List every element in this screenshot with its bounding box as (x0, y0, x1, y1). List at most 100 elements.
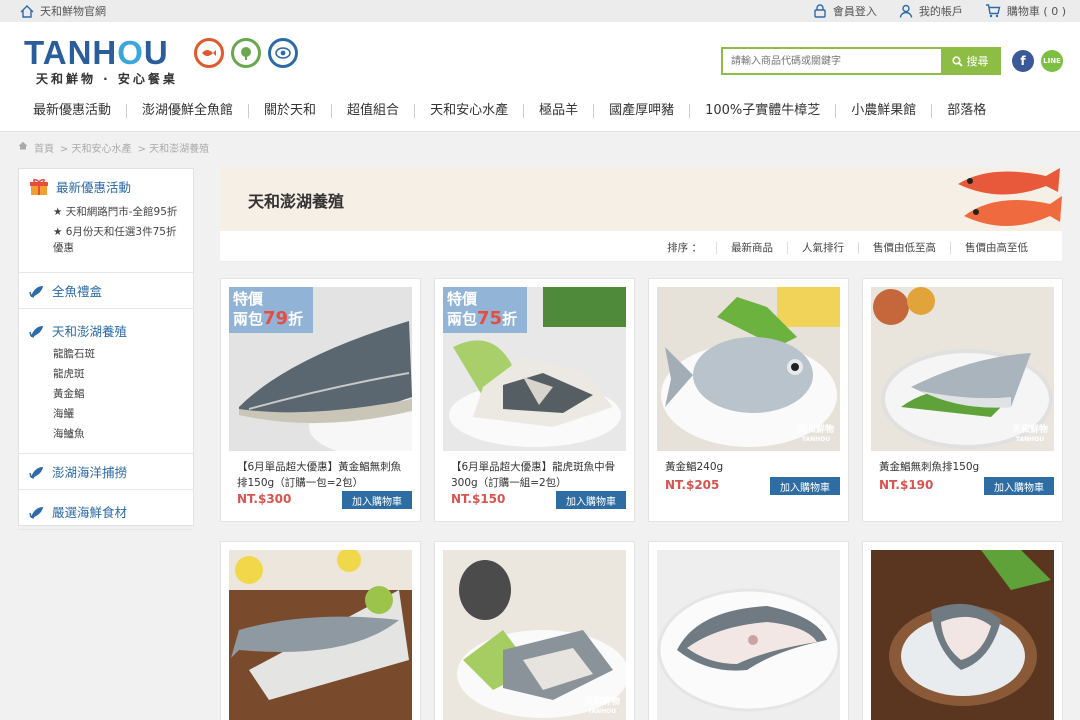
tag-discount-number: 79 (263, 308, 289, 329)
breadcrumb-home[interactable]: 首頁 (34, 140, 54, 155)
sidebar-item-tiger-grouper[interactable]: 龍虎斑 (19, 364, 193, 384)
sidebar-item-cobia[interactable]: 海鱺 (19, 404, 193, 424)
product-name[interactable]: 黃金鯧240g (665, 459, 837, 475)
sidebar-section-penghu-farm: 天和澎湖養殖 龍膽石斑 龍虎斑 黃金鯧 海鱺 海鱸魚 (19, 309, 193, 453)
nav-item-fruit[interactable]: 小農鮮果館 (836, 102, 931, 120)
line-icon[interactable]: LINE (1041, 50, 1063, 72)
product-price: NT.$150 (451, 492, 506, 506)
sidebar-section-ocean-catch: 澎湖海洋捕撈 (19, 453, 193, 490)
member-login-link[interactable]: 會員登入 (813, 3, 877, 19)
sidebar-promo-item[interactable]: ★ 6月份天和任選3件75折優惠 (19, 222, 193, 272)
sidebar-item-pompano[interactable]: 黃金鯧 (19, 384, 193, 404)
sort-label: 排序 ： (667, 242, 702, 254)
brand-logo-wordmark: TANHOU (24, 34, 169, 71)
sort-price-asc[interactable]: 售價由低至高 (859, 240, 950, 255)
brand-logo[interactable]: TANHOU 天和鮮物 · 安心餐桌 (24, 36, 178, 87)
product-card[interactable]: 天和鮮物 TANHOU (434, 541, 635, 720)
site-header: TANHOU 天和鮮物 · 安心餐桌 搜尋 f LINE 最新優惠活動 澎湖優鮮… (0, 22, 1080, 132)
sidebar-heading-gift-box[interactable]: 全魚禮盒 (19, 273, 193, 308)
nav-item-penghu-fish[interactable]: 澎湖優鮮全魚館 (127, 102, 248, 120)
product-price: NT.$190 (879, 478, 934, 492)
product-card[interactable] (648, 541, 849, 720)
sidebar-heading-promo[interactable]: 最新優惠活動 (19, 169, 193, 200)
sidebar-heading-promo-label: 最新優惠活動 (56, 180, 132, 195)
product-card[interactable] (220, 541, 421, 720)
nav-item-blog[interactable]: 部落格 (932, 102, 1001, 120)
facebook-icon[interactable]: f (1012, 50, 1034, 72)
nav-item-combos[interactable]: 超值組合 (332, 102, 414, 120)
product-card[interactable] (862, 541, 1063, 720)
member-login-label: 會員登入 (832, 5, 877, 18)
cart-label: 購物車 ( 0 ) (1006, 5, 1066, 18)
watermark: 天和鮮物 TANHOU (584, 697, 620, 717)
nav-item-antrodia[interactable]: 100%子實體牛樟芝 (690, 102, 835, 120)
product-image[interactable]: 特價 兩包75折 (443, 287, 626, 451)
search-button[interactable]: 搜尋 (941, 49, 999, 73)
nav-item-about[interactable]: 關於天和 (249, 102, 331, 120)
main-nav: 最新優惠活動 澎湖優鮮全魚館 關於天和 超值組合 天和安心水產 極品羊 國產厚呷… (18, 102, 1001, 120)
watermark-cn: 天和鮮物 (797, 425, 834, 435)
category-title: 天和澎湖養殖 (248, 192, 345, 211)
cart-link[interactable]: 購物車 ( 0 ) (985, 3, 1066, 19)
nav-item-lamb[interactable]: 極品羊 (524, 102, 593, 120)
product-name[interactable]: 【6月單品超大優惠】龍虎斑魚中骨300g（訂購一組=2包） (451, 459, 623, 491)
product-image[interactable]: 天和鮮物 TANHOU (871, 287, 1054, 451)
tag-discount-suffix: 折 (288, 310, 304, 328)
sidebar-heading-ocean-catch[interactable]: 澎湖海洋捕撈 (19, 454, 193, 489)
add-to-cart-button[interactable]: 加入購物車 (984, 477, 1054, 495)
my-account-link[interactable]: 我的帳戶 (899, 3, 963, 19)
sidebar-promo-item[interactable]: ★ 天和網路門市-全館95折 (19, 200, 193, 222)
gift-icon (30, 178, 48, 195)
sidebar-section-promo: 最新優惠活動 ★ 天和網路門市-全館95折 ★ 6月份天和任選3件75折優惠 (19, 169, 193, 273)
watermark-en: TANHOU (587, 708, 617, 715)
product-card[interactable]: 特價 兩包75折 【6月單品超大優惠】龍虎斑魚中骨300g（訂購一組=2包） N… (434, 278, 635, 522)
product-price: NT.$205 (665, 478, 720, 492)
add-to-cart-button[interactable]: 加入購物車 (556, 491, 626, 509)
watermark-en: TANHOU (1015, 436, 1045, 443)
nav-item-seafood[interactable]: 天和安心水產 (415, 102, 523, 120)
inspection-badge-icon (268, 38, 298, 68)
fish-icon (29, 285, 43, 298)
sidebar-section-selected-seafood: 嚴選海鮮食材 (19, 490, 193, 530)
product-card[interactable]: 特價 兩包79折 【6月單品超大優惠】黃金鯧無刺魚排150g（訂購一包=2包） … (220, 278, 421, 522)
product-image[interactable] (871, 550, 1054, 720)
red-fish-image (958, 168, 1062, 226)
add-to-cart-button[interactable]: 加入購物車 (342, 491, 412, 509)
breadcrumb-current: > 天和澎湖養殖 (137, 144, 210, 155)
product-image[interactable] (657, 550, 840, 720)
sidebar-heading-penghu-farm[interactable]: 天和澎湖養殖 (19, 309, 193, 344)
nav-item-promotions[interactable]: 最新優惠活動 (18, 102, 126, 120)
site-home-link[interactable]: 天和鮮物官網 (20, 3, 106, 19)
sort-popular[interactable]: 人氣排行 (788, 240, 858, 255)
sort-price-desc[interactable]: 售價由高至低 (951, 240, 1042, 255)
product-name[interactable]: 【6月單品超大優惠】黃金鯧無刺魚排150g（訂購一包=2包） (237, 459, 409, 491)
product-image[interactable]: 特價 兩包79折 (229, 287, 412, 451)
product-image[interactable]: 天和鮮物 TANHOU (657, 287, 840, 451)
tag-pack-label: 兩包 (233, 310, 264, 328)
category-banner: 天和澎湖養殖 (220, 168, 1062, 231)
product-name[interactable]: 黃金鯧無刺魚排150g (879, 459, 1051, 475)
add-to-cart-button[interactable]: 加入購物車 (770, 477, 840, 495)
product-card[interactable]: 天和鮮物 TANHOU 黃金鯧240g NT.$205 加入購物車 (648, 278, 849, 522)
product-card[interactable]: 天和鮮物 TANHOU 黃金鯧無刺魚排150g NT.$190 加入購物車 (862, 278, 1063, 522)
product-image[interactable] (229, 550, 412, 720)
sidebar-item-grouper[interactable]: 龍膽石斑 (19, 344, 193, 364)
nav-item-pork[interactable]: 國產厚呷豬 (594, 102, 689, 120)
sort-bar: 排序 ： 最新商品 人氣排行 售價由低至高 售價由高至低 (220, 231, 1062, 262)
sidebar-heading-selected-seafood[interactable]: 嚴選海鮮食材 (19, 490, 193, 529)
sort-newest[interactable]: 最新商品 (717, 240, 787, 255)
search-input[interactable] (723, 49, 941, 73)
product-image[interactable]: 天和鮮物 TANHOU (443, 550, 626, 720)
tag-discount-number: 75 (477, 308, 503, 329)
fish-icon (29, 325, 43, 338)
category-sidebar: 最新優惠活動 ★ 天和網路門市-全館95折 ★ 6月份天和任選3件75折優惠 全… (18, 168, 194, 530)
sidebar-item-sea-bass[interactable]: 海鱸魚 (19, 424, 193, 453)
breadcrumb-seafood[interactable]: > 天和安心水產 (60, 140, 132, 155)
special-price-tag: 特價 兩包79折 (229, 287, 313, 333)
home-icon (18, 141, 28, 150)
breadcrumb: 首頁 > 天和安心水產 > 天和澎湖養殖 (18, 140, 209, 155)
my-account-label: 我的帳戶 (918, 5, 963, 18)
cart-icon (985, 4, 1001, 18)
tag-pack-label: 兩包 (447, 310, 478, 328)
sidebar-heading-selected-seafood-label: 嚴選海鮮食材 (52, 505, 128, 520)
